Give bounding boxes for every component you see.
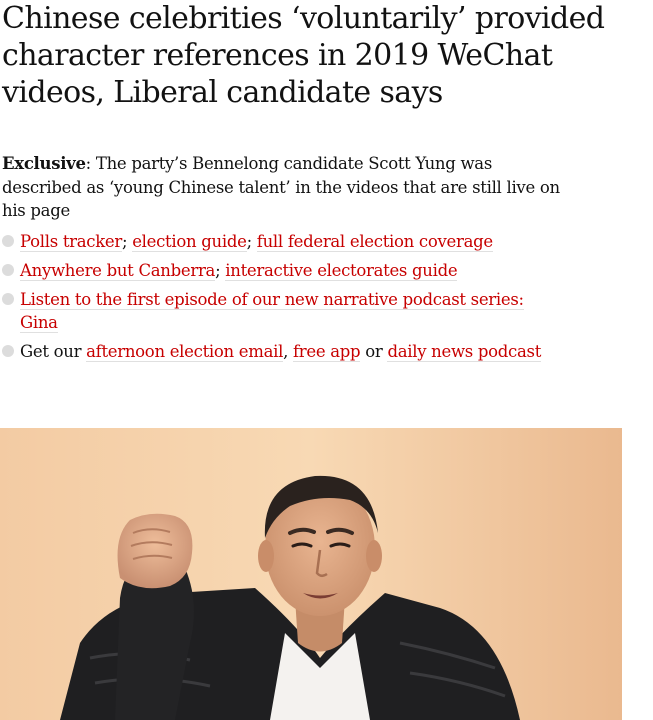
electorates-guide-link[interactable]: interactive electorates guide (225, 261, 458, 281)
federal-election-coverage-link[interactable]: full federal election coverage (256, 232, 493, 252)
separator: ; (246, 232, 257, 251)
bullet-dot-icon (2, 264, 14, 276)
related-links-list: Polls tracker; election guide; full fede… (2, 230, 542, 369)
article-headline: Chinese celebrities ‘voluntarily’ provid… (2, 1, 605, 110)
election-email-link[interactable]: afternoon election email (86, 342, 283, 362)
separator: , (283, 342, 293, 361)
man-raising-fist-illustration (0, 428, 622, 720)
standfirst-text: : The party’s Bennelong candidate Scott … (2, 154, 560, 220)
article-standfirst: Exclusive: The party’s Bennelong candida… (2, 152, 562, 223)
podcast-gina-link[interactable]: Listen to the first episode of our new n… (20, 290, 524, 333)
list-item: Polls tracker; election guide; full fede… (2, 230, 542, 253)
anywhere-but-canberra-link[interactable]: Anywhere but Canberra (20, 261, 215, 281)
daily-news-podcast-link[interactable]: daily news podcast (387, 342, 541, 362)
bullet-dot-icon (2, 293, 14, 305)
list-item: Get our afternoon election email, free a… (2, 340, 542, 363)
bullet-prefix: Get our (20, 342, 87, 361)
polls-tracker-link[interactable]: Polls tracker (20, 232, 122, 252)
free-app-link[interactable]: free app (292, 342, 361, 362)
separator: ; (121, 232, 133, 251)
exclusive-label: Exclusive (2, 154, 86, 173)
election-guide-link[interactable]: election guide (132, 232, 247, 252)
bullet-dot-icon (2, 345, 14, 357)
separator: ; (215, 261, 226, 280)
article-photo (0, 428, 622, 720)
list-item: Anywhere but Canberra; interactive elect… (2, 259, 542, 282)
separator: or (360, 342, 388, 361)
list-item: Listen to the first episode of our new n… (2, 288, 542, 334)
bullet-dot-icon (2, 235, 14, 247)
